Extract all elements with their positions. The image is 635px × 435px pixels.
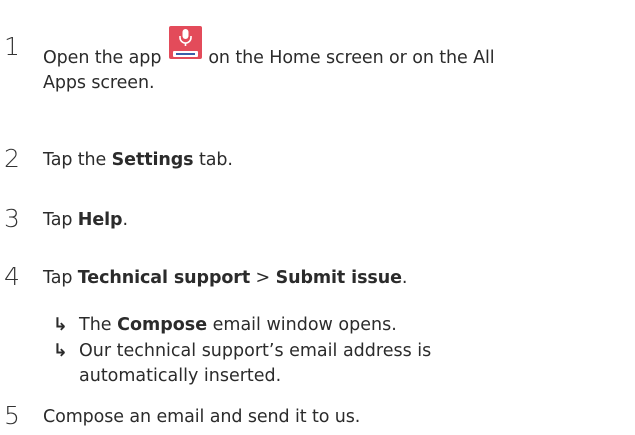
- result-item: ↳ The Compose email window opens.: [53, 313, 397, 338]
- step-text: Tap Help.: [43, 208, 128, 233]
- step-text: Open the app on the Home screen or on th…: [43, 26, 495, 96]
- result-text-suffix: email window opens.: [207, 315, 397, 335]
- voice-recorder-app-icon: [169, 26, 203, 59]
- step-number: 4: [4, 262, 20, 291]
- brand-bar: [173, 51, 199, 57]
- step-text: Compose an email and send it to us.: [43, 407, 361, 427]
- result-arrow-icon: ↳: [53, 341, 68, 361]
- compose-label: Compose: [117, 315, 208, 335]
- step-text-prefix: Tap: [43, 210, 78, 230]
- help-label: Help: [77, 210, 123, 230]
- result-item: ↳ Our technical support’s email address i…: [53, 339, 431, 364]
- step-text-prefix: Tap: [43, 268, 78, 288]
- step-text: Tap Technical support > Submit issue.: [43, 266, 407, 291]
- step-text: Tap the Settings tab.: [43, 148, 233, 173]
- technical-support-label: Technical support: [77, 268, 251, 288]
- step-text-suffix: .: [122, 210, 128, 230]
- microphone-icon: [179, 29, 193, 46]
- step-text-line2: Apps screen.: [43, 73, 155, 93]
- step-text-suffix: tab.: [193, 150, 233, 170]
- submit-issue-label: Submit issue: [275, 268, 402, 288]
- step-number: 1: [4, 32, 20, 61]
- step-text-prefix: Tap the: [43, 150, 112, 170]
- settings-label: Settings: [111, 150, 194, 170]
- step-text-before-icon: Open the app: [43, 48, 162, 68]
- result-text-line2: automatically inserted.: [79, 366, 282, 386]
- step-text-separator: >: [250, 268, 276, 288]
- result-text-line1: Our technical support’s email address is: [79, 341, 432, 361]
- result-text-prefix: The: [79, 315, 118, 335]
- step-number: 3: [4, 204, 20, 233]
- step-text-after-icon: on the Home screen or on the All: [208, 48, 495, 68]
- step-number: 5: [4, 401, 20, 430]
- step-number: 2: [4, 144, 20, 173]
- step-text-suffix: .: [401, 268, 408, 288]
- result-arrow-icon: ↳: [53, 315, 68, 335]
